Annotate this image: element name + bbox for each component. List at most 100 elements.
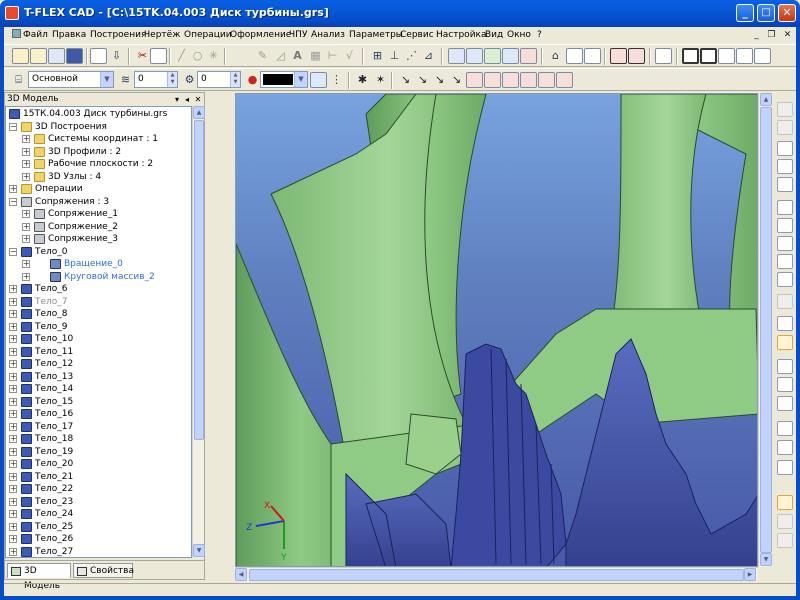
shading-icon[interactable] [777,440,793,455]
layer-icon[interactable]: ⌸ [10,72,27,88]
tree-root[interactable]: 15ТК.04.003 Диск турбины.grs [6,108,191,121]
expand-toggle-icon[interactable]: + [9,297,17,306]
tree-item[interactable]: + Тело_16 [6,408,191,421]
expand-toggle-icon[interactable]: + [9,422,17,431]
tree-item[interactable]: − Сопряжения : 3 [6,196,191,209]
hatch-icon[interactable]: ▦ [307,48,324,64]
active-view-icon[interactable] [777,495,793,510]
expand-toggle-icon[interactable]: + [9,347,17,356]
scroll-up-icon[interactable]: ▲ [760,93,772,106]
expand-toggle-icon[interactable]: + [9,410,17,418]
menu-file[interactable]: Файл [12,29,48,42]
boolean-icon[interactable] [502,48,519,64]
circle-icon[interactable]: ○ [189,48,206,64]
tree-item[interactable]: + Тело_14 [6,383,191,396]
text-icon[interactable]: A [289,48,306,64]
tree-item[interactable]: + Тело_6 [6,283,191,296]
copy-icon[interactable] [150,48,167,64]
tree-item[interactable]: + Сопряжение_1 [6,208,191,221]
sketch-icon[interactable]: ✎ [254,48,271,64]
line-style-icon[interactable]: ⋮ [328,72,345,88]
menu-edit[interactable]: Правка [52,29,86,42]
viewport-horizontal-scrollbar[interactable]: ◀ ▶ [235,567,758,581]
expand-toggle-icon[interactable]: − [9,197,17,206]
tree-item[interactable]: + Тело_7 [6,296,191,309]
expand-toggle-icon[interactable]: + [9,322,17,331]
expand-toggle-icon[interactable]: + [22,210,30,218]
tree-item[interactable]: + Рабочие плоскости : 2 [6,158,191,171]
menu-analysis[interactable]: Анализ [311,29,345,42]
scroll-up-icon[interactable]: ▲ [193,106,205,119]
window-arrange-icon[interactable] [736,48,753,64]
select-all-icon[interactable] [556,72,573,88]
tree-item[interactable]: + Тело_27 [6,546,191,558]
menu-formatting[interactable]: Оформление [230,29,291,42]
expand-toggle-icon[interactable]: + [9,522,17,531]
select-node-icon[interactable] [538,72,555,88]
priority-icon[interactable]: ⚙ [181,72,198,88]
rotate-icon[interactable] [466,48,483,64]
scroll-down-icon[interactable]: ▼ [193,544,205,557]
select-edge-icon[interactable]: ↘ [414,72,431,88]
tree-item[interactable]: + Тело_12 [6,358,191,371]
zoom-dynamic-icon[interactable] [777,218,793,233]
close-button[interactable]: ✕ [778,4,796,22]
light-disabled-icon[interactable] [777,533,793,548]
priority-spinner[interactable]: 0 ▲ ▼ [197,71,241,88]
dimension-icon[interactable]: ⊢ [324,48,341,64]
spin-icon[interactable] [777,396,793,411]
menu-parameters[interactable]: Параметры [349,29,403,42]
loft-icon[interactable] [484,48,501,64]
mdi-minimize-button[interactable]: _ [750,29,763,41]
fillet-3d-icon[interactable] [520,48,537,64]
scroll-left-icon[interactable]: ◀ [235,568,247,581]
chevron-down-icon[interactable]: ▼ [294,72,307,87]
scroll-right-icon[interactable]: ▶ [744,568,756,581]
tree-item[interactable]: +3D Профили : 2 [6,146,191,159]
menu-view[interactable]: Вид [485,29,503,42]
roughness-icon[interactable]: √ [341,48,358,64]
tree-item[interactable]: + Системы координат : 1 [6,133,191,146]
expand-toggle-icon[interactable]: − [9,247,17,256]
zoom-icon[interactable] [777,200,793,215]
expand-toggle-icon[interactable]: + [9,535,17,543]
minimize-button[interactable]: _ [736,4,754,22]
select-operation-icon[interactable] [502,72,519,88]
attach-icon[interactable]: ⌂ [547,48,564,64]
page-up-icon[interactable] [610,48,627,64]
zoom-extents-icon[interactable] [777,159,793,174]
expand-toggle-icon[interactable]: + [9,285,17,293]
zoom-in-icon[interactable] [777,141,793,156]
cut-icon[interactable]: ✂ [134,48,151,64]
color-combo[interactable]: ▼ [260,71,308,88]
redraw-disabled-icon[interactable] [777,294,793,309]
viewport-vertical-scrollbar[interactable]: ▲ ▼ [758,93,772,567]
select-face-icon[interactable]: ↘ [431,72,448,88]
expand-toggle-icon[interactable]: + [22,260,30,268]
pan-icon[interactable] [777,272,793,287]
section-icon[interactable] [777,421,793,436]
tree-item[interactable]: + Тело_26 [6,533,191,546]
window-split-icon[interactable] [754,48,771,64]
tree-item[interactable]: + Тело_21 [6,471,191,484]
edit-disabled-icon[interactable] [777,120,793,135]
fillet-icon[interactable]: ◿ [272,48,289,64]
tree-item[interactable]: + Тело_10 [6,333,191,346]
expand-toggle-icon[interactable]: + [9,310,17,318]
node-icon[interactable]: ✳ [205,48,222,64]
window-tile-icon[interactable] [655,48,672,64]
model-tree[interactable]: 15ТК.04.003 Диск турбины.grs − 3D Построе… [5,106,192,558]
export-icon[interactable]: ⇩ [108,48,125,64]
expand-toggle-icon[interactable]: + [9,372,17,381]
color-palette-icon[interactable]: ● [244,72,261,88]
maximize-button[interactable]: □ [757,4,775,22]
tree-item[interactable]: + Сопряжение_2 [6,221,191,234]
tree-item[interactable]: + Тело_13 [6,371,191,384]
tree-item[interactable]: − 3D Построения [6,121,191,134]
tree-item[interactable]: + Тело_17 [6,421,191,434]
level-spinner[interactable]: 0 ▲ ▼ [134,71,178,88]
layer-combo[interactable]: Основной ▼ [28,71,114,88]
menu-service[interactable]: Сервис [400,29,434,42]
tree-item[interactable]: + Тело_23 [6,496,191,509]
view-icon[interactable] [566,48,583,64]
